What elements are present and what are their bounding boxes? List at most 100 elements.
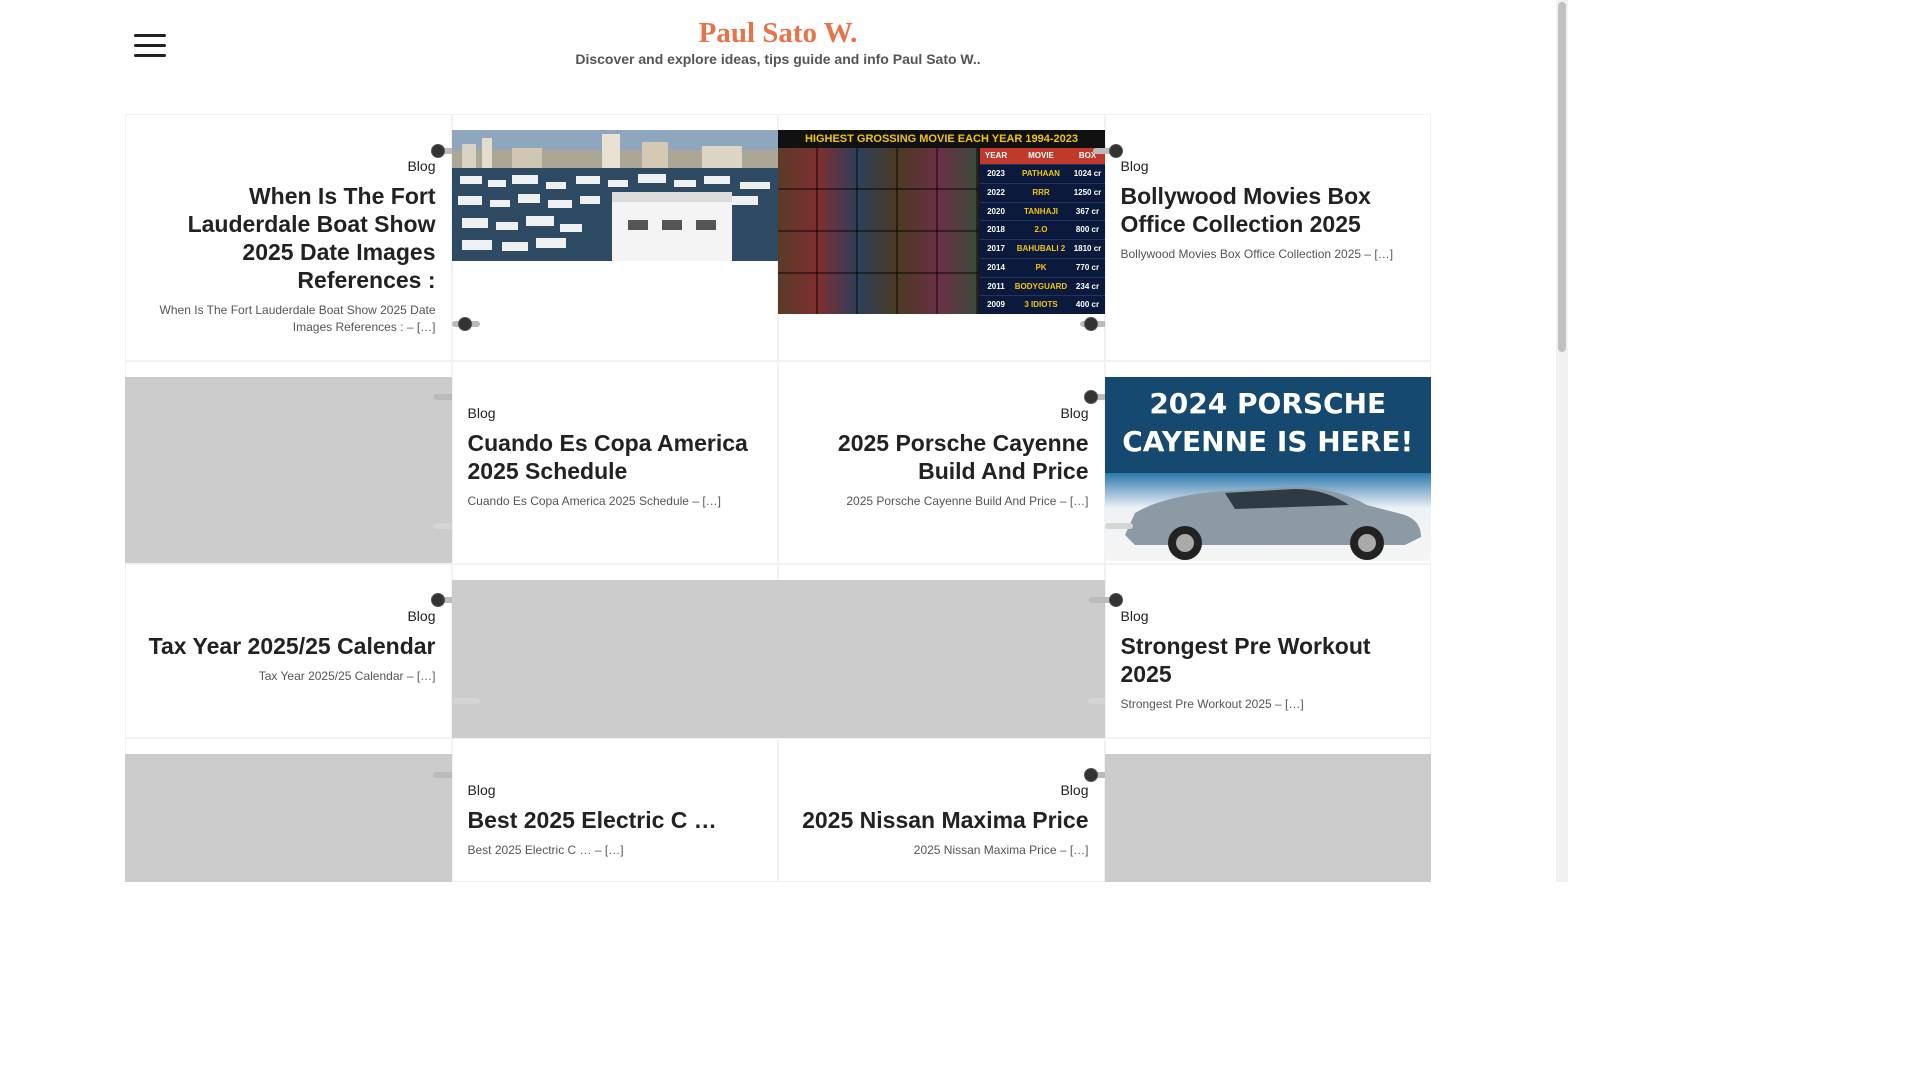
box-office-cell: 2014 bbox=[987, 262, 1005, 272]
post-title[interactable]: 2025 Nissan Maxima Price bbox=[794, 806, 1088, 834]
box-office-cell: 2022 bbox=[987, 187, 1005, 197]
box-office-row: 2023 PATHAAN 1024 cr bbox=[980, 164, 1105, 183]
box-office-cell: 1250 cr bbox=[1073, 187, 1102, 197]
box-office-cell: 367 cr bbox=[1075, 206, 1100, 216]
post-row: Blog Best 2025 Electric C … Best 2025 El… bbox=[125, 738, 1431, 882]
box-office-rows: 2023 PATHAAN 1024 cr 2022 RRR 1250 cr 2020 TANH… bbox=[980, 164, 1105, 314]
post-row: Blog Tax Year 2025/25 Calendar Tax Year … bbox=[125, 564, 1431, 738]
post-excerpt: 2025 Porsche Cayenne Build And Price – [… bbox=[846, 494, 1089, 508]
post-title[interactable]: Strongest Pre Workout 2025 bbox=[1121, 632, 1416, 688]
post-title[interactable]: Best 2025 Electric C … bbox=[468, 806, 763, 834]
category-link[interactable]: Blog bbox=[1060, 782, 1088, 798]
post-thumbnail[interactable] bbox=[125, 361, 469, 564]
post-thumbnail[interactable] bbox=[125, 738, 469, 882]
box-office-row: 2009 3 IDIOTS 400 cr bbox=[980, 295, 1105, 314]
post-row: Blog When Is The Fort Lauderdale Boat Sh… bbox=[125, 114, 1431, 361]
toggle-switch[interactable] bbox=[451, 698, 480, 704]
car-illustration bbox=[1124, 487, 1421, 560]
site-tagline: Discover and explore ideas, tips guide a… bbox=[575, 51, 981, 67]
post-excerpt: 2025 Nissan Maxima Price – […] bbox=[913, 843, 1089, 857]
category-link[interactable]: Blog bbox=[407, 158, 435, 174]
box-office-cell: 2017 bbox=[987, 244, 1005, 253]
box-office-cell: 1024 cr bbox=[1073, 169, 1102, 178]
site-title[interactable]: Paul Sato W. bbox=[0, 17, 1556, 50]
box-office-cell: PK bbox=[1035, 262, 1047, 272]
box-office-cell: BODYGUARD bbox=[1014, 281, 1068, 291]
box-office-cell: 2023 bbox=[987, 169, 1005, 178]
box-office-cell: BAHUBALI 2 bbox=[1016, 244, 1066, 253]
box-office-row: 2011 BODYGUARD 234 cr bbox=[980, 276, 1105, 296]
box-office-cell: 770 cr bbox=[1075, 262, 1100, 272]
post-thumbnail[interactable]: 2024 PORSCHE CAYENNE IS HERE! bbox=[1104, 361, 1432, 564]
boat-show-image bbox=[451, 130, 778, 261]
headline-line: CAYENNE IS HERE! bbox=[1122, 425, 1414, 458]
post-thumbnail[interactable] bbox=[451, 564, 778, 738]
post-card[interactable]: Blog When Is The Fort Lauderdale Boat Sh… bbox=[125, 114, 463, 361]
post-title[interactable]: When Is The Fort Lauderdale Boat Show 20… bbox=[141, 182, 436, 294]
post-card[interactable]: Blog Strongest Pre Workout 2025 Stronges… bbox=[1088, 564, 1431, 738]
toggle-switch[interactable] bbox=[1104, 523, 1133, 529]
post-thumbnail[interactable]: HIGHEST GROSSING MOVIE EACH YEAR 1994-20… bbox=[778, 114, 1108, 361]
box-office-cell: 2.O bbox=[1034, 225, 1048, 235]
category-link[interactable]: Blog bbox=[1060, 405, 1088, 421]
scrollbar-thumb[interactable] bbox=[1558, 2, 1566, 352]
box-office-cell: 2011 bbox=[987, 281, 1005, 291]
category-link[interactable]: Blog bbox=[1121, 608, 1149, 624]
image-placeholder bbox=[125, 377, 452, 563]
box-office-row: 2022 RRR 1250 cr bbox=[980, 182, 1105, 202]
box-office-cell: 2018 bbox=[987, 225, 1005, 235]
box-office-cell: 400 cr bbox=[1075, 300, 1100, 310]
post-title[interactable]: 2025 Porsche Cayenne Build And Price bbox=[794, 429, 1089, 485]
image-placeholder bbox=[125, 754, 452, 882]
post-excerpt: When Is The Fort Lauderdale Boat Show 20… bbox=[159, 303, 436, 334]
post-title[interactable]: Tax Year 2025/25 Calendar bbox=[141, 632, 436, 660]
movie-posters-collage bbox=[778, 148, 978, 314]
category-link[interactable]: Blog bbox=[468, 782, 496, 798]
box-office-cell: 3 IDIOTS bbox=[1024, 300, 1058, 310]
headline-line: 2024 PORSCHE bbox=[1149, 387, 1387, 420]
post-thumbnail[interactable] bbox=[451, 114, 778, 361]
post-card[interactable]: Blog 2025 Porsche Cayenne Build And Pric… bbox=[778, 361, 1116, 564]
box-office-table: YEAR MOVIE BOX 2023 PATHAAN 1024 cr 2022 RRR… bbox=[980, 148, 1105, 314]
image-placeholder bbox=[778, 580, 1105, 738]
box-office-cell: TANHAJI bbox=[1023, 206, 1059, 216]
boat-show-photo bbox=[451, 130, 778, 261]
post-excerpt: Best 2025 Electric C … – […] bbox=[467, 843, 624, 857]
box-office-row: 2018 2.O 800 cr bbox=[980, 220, 1105, 239]
toggle-knob bbox=[1084, 768, 1098, 782]
box-office-cell: PATHAAN bbox=[1022, 169, 1060, 178]
post-excerpt: Tax Year 2025/25 Calendar – […] bbox=[258, 669, 436, 683]
box-office-poster-image: HIGHEST GROSSING MOVIE EACH YEAR 1994-20… bbox=[778, 130, 1105, 314]
post-card[interactable]: Blog Bollywood Movies Box Office Collect… bbox=[1092, 114, 1431, 361]
category-link[interactable]: Blog bbox=[407, 608, 435, 624]
toggle-knob bbox=[1084, 317, 1098, 331]
toggle-knob bbox=[1108, 144, 1123, 158]
post-card[interactable]: Blog 2025 Nissan Maxima Price 2025 Nissa… bbox=[778, 738, 1116, 882]
box-office-cell: 1810 cr bbox=[1073, 244, 1102, 253]
poster-heading: HIGHEST GROSSING MOVIE EACH YEAR 1994-20… bbox=[778, 130, 1105, 148]
table-header: MOVIE bbox=[1028, 151, 1054, 160]
image-placeholder bbox=[451, 580, 778, 738]
post-card[interactable]: Blog Cuando Es Copa America 2025 Schedul… bbox=[451, 361, 778, 564]
toggle-knob bbox=[1084, 390, 1098, 404]
post-title[interactable]: Bollywood Movies Box Office Collection 2… bbox=[1121, 182, 1416, 238]
toggle-knob bbox=[1108, 593, 1123, 607]
porsche-headline: 2024 PORSCHE CAYENNE IS HERE! bbox=[1105, 385, 1432, 461]
toggle-knob bbox=[457, 317, 472, 331]
post-excerpt: Cuando Es Copa America 2025 Schedule – [… bbox=[467, 494, 722, 508]
category-link[interactable]: Blog bbox=[468, 405, 496, 421]
category-link[interactable]: Blog bbox=[1121, 158, 1149, 174]
box-office-cell: 234 cr bbox=[1075, 281, 1100, 291]
post-title[interactable]: Cuando Es Copa America 2025 Schedule bbox=[468, 429, 763, 485]
post-thumbnail[interactable] bbox=[1104, 738, 1431, 882]
box-office-row: 2014 PK 770 cr bbox=[980, 257, 1105, 277]
porsche-image: 2024 PORSCHE CAYENNE IS HERE! bbox=[1104, 377, 1432, 561]
box-office-cell: RRR bbox=[1032, 187, 1050, 197]
toggle-knob bbox=[431, 144, 445, 158]
post-thumbnail[interactable] bbox=[778, 564, 1116, 738]
box-office-cell: 2009 bbox=[987, 300, 1005, 310]
post-card[interactable]: Blog Best 2025 Electric C … Best 2025 El… bbox=[451, 738, 778, 882]
post-row: Blog Cuando Es Copa America 2025 Schedul… bbox=[125, 361, 1431, 564]
post-card[interactable]: Blog Tax Year 2025/25 Calendar Tax Year … bbox=[125, 564, 463, 738]
image-placeholder bbox=[1104, 754, 1431, 882]
